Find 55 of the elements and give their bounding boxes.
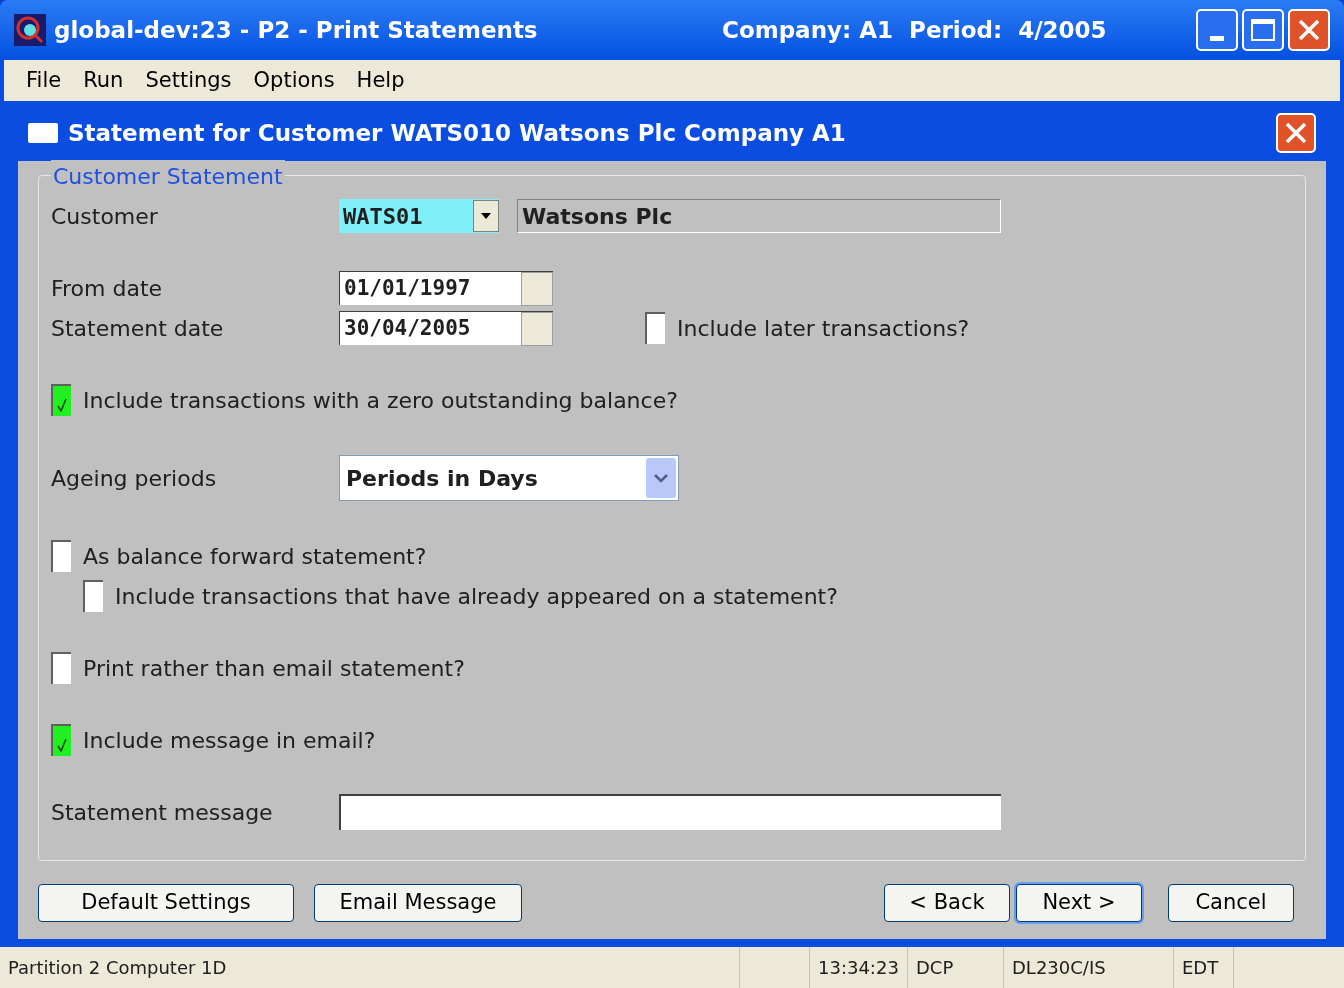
- dialog-button[interactable]: Cancel: [1168, 884, 1294, 923]
- dialog-button[interactable]: Next >: [1016, 884, 1142, 923]
- menu-item[interactable]: Help: [346, 64, 415, 97]
- checkmark-icon: [57, 398, 67, 413]
- status-text: DCP: [916, 956, 954, 981]
- checkbox-label: Include transactions that have already appeared on a statement?: [115, 582, 838, 611]
- dialog-button[interactable]: < Back: [884, 884, 1010, 923]
- dialog-button[interactable]: Email Message: [314, 884, 522, 923]
- date-field[interactable]: 30/04/2005: [339, 311, 553, 346]
- field-label: Customer: [51, 202, 159, 231]
- checkbox-label: Include transactions with a zero outstanding balance?: [83, 386, 678, 415]
- window-icon: [28, 123, 58, 144]
- menu-item[interactable]: Settings: [135, 64, 242, 97]
- date-field[interactable]: 01/01/1997: [339, 271, 553, 306]
- ageing-dropdown[interactable]: Periods in Days: [339, 455, 679, 502]
- checkmark-icon: [57, 738, 67, 753]
- dialog-title: Statement for Customer WATS010 Watsons Plc Company A1: [68, 118, 847, 148]
- company-period: Company: A1 Period: 4/2005: [722, 15, 1108, 45]
- field-label: From date: [51, 274, 164, 303]
- checkbox[interactable]: [51, 540, 71, 573]
- minimize-button[interactable]: [1196, 9, 1238, 52]
- status-text: DL230C/IS: [1012, 956, 1106, 981]
- status-text: Partition 2 Computer 1D: [8, 956, 227, 981]
- checkbox-label: Include later transactions?: [677, 314, 970, 343]
- field-label: Ageing periods: [51, 464, 218, 493]
- checkbox-label: Include message in email?: [83, 726, 376, 755]
- dropdown-icon[interactable]: [473, 200, 499, 233]
- field-label: Statement message: [51, 798, 274, 827]
- checkbox[interactable]: [645, 312, 665, 345]
- calendar-icon[interactable]: [521, 311, 553, 346]
- customer-combo[interactable]: WATS01: [339, 199, 499, 234]
- maximize-button[interactable]: [1242, 9, 1284, 52]
- close-icon: [1284, 121, 1308, 146]
- dropdown-icon[interactable]: [646, 458, 676, 499]
- checkbox[interactable]: [51, 652, 71, 685]
- customer-name-field: Watsons Plc: [517, 199, 1001, 234]
- menu-item[interactable]: Run: [73, 64, 134, 97]
- calendar-icon[interactable]: [521, 271, 553, 306]
- dialog-button[interactable]: Default Settings: [38, 884, 294, 923]
- close-button[interactable]: [1276, 113, 1316, 154]
- checkbox[interactable]: [83, 580, 103, 613]
- app-icon: [14, 14, 46, 47]
- checkbox[interactable]: [51, 724, 71, 757]
- window-title: global-dev:23 - P2 - Print Statements: [54, 15, 539, 45]
- checkbox-label: Print rather than email statement?: [83, 654, 465, 683]
- status-text: 13:34:23: [818, 956, 899, 981]
- field-label: Statement date: [51, 314, 225, 343]
- close-icon: [1297, 18, 1321, 43]
- close-button[interactable]: [1288, 9, 1330, 52]
- checkbox-label: As balance forward statement?: [83, 542, 427, 571]
- statement-message-field[interactable]: [339, 794, 1001, 831]
- status-text: EDT: [1182, 956, 1219, 981]
- menu-item[interactable]: Options: [243, 64, 345, 97]
- menu-item[interactable]: File: [16, 64, 72, 97]
- checkbox[interactable]: [51, 384, 71, 417]
